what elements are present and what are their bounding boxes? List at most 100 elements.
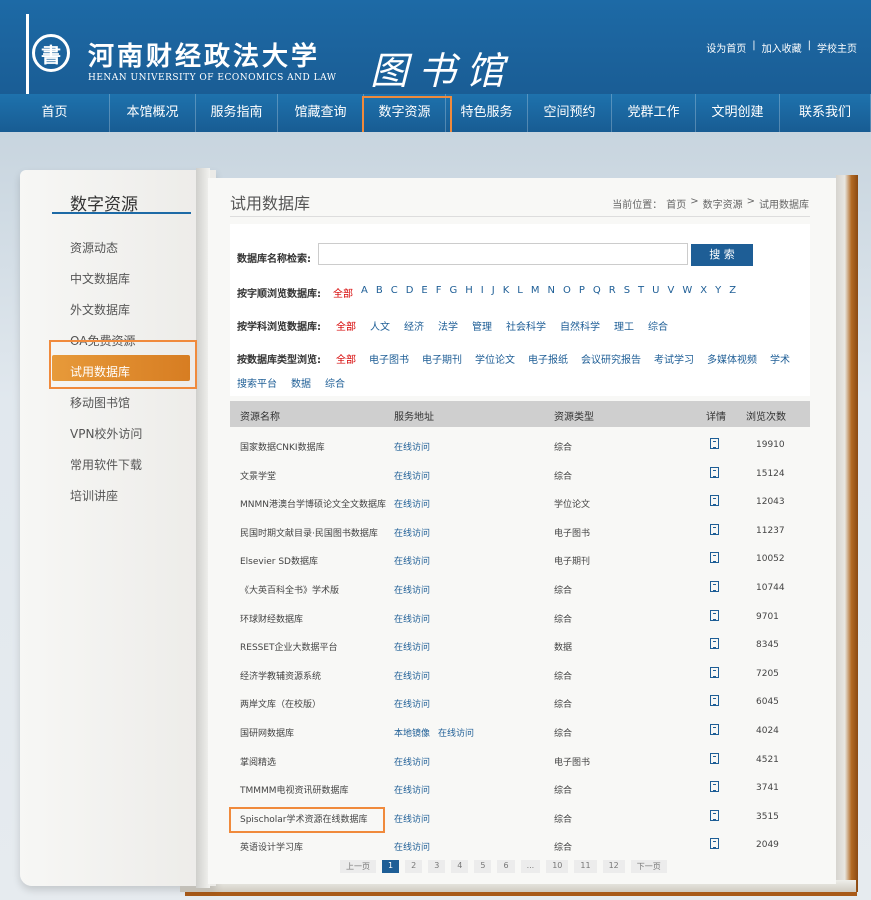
- filter-option[interactable]: 电子期刊: [422, 351, 462, 366]
- filter-option[interactable]: U: [652, 285, 659, 300]
- page-link[interactable]: 10: [546, 860, 569, 873]
- access-link[interactable]: 在线访问: [394, 526, 430, 539]
- sidebar-item[interactable]: VPN校外访问: [70, 425, 142, 442]
- detail-icon[interactable]: [710, 724, 719, 735]
- detail-icon[interactable]: [710, 609, 719, 621]
- filter-option[interactable]: 学术: [770, 351, 790, 366]
- filter-option[interactable]: 人文: [370, 318, 390, 333]
- filter-option[interactable]: J: [492, 285, 495, 300]
- filter-option[interactable]: 学位论文: [475, 351, 515, 366]
- filter-option[interactable]: 电子报纸: [528, 351, 568, 366]
- search-button[interactable]: 搜 索: [691, 244, 753, 266]
- filter-option[interactable]: 全部: [336, 318, 356, 333]
- access-link[interactable]: 本地镜像: [394, 726, 430, 739]
- filter-option[interactable]: 全部: [336, 351, 356, 366]
- filter-option[interactable]: T: [638, 285, 644, 300]
- filter-option[interactable]: L: [517, 285, 523, 300]
- filter-option-all[interactable]: 全部: [333, 285, 353, 300]
- access-link[interactable]: 在线访问: [394, 640, 430, 653]
- page-link[interactable]: 2: [405, 860, 423, 873]
- filter-option[interactable]: N: [547, 285, 554, 300]
- filter-option[interactable]: 电子图书: [369, 351, 409, 366]
- access-link[interactable]: 在线访问: [394, 783, 430, 796]
- access-link[interactable]: 在线访问: [394, 554, 430, 567]
- detail-icon[interactable]: [710, 638, 719, 650]
- detail-icon[interactable]: [710, 666, 719, 678]
- access-link[interactable]: 在线访问: [394, 497, 430, 510]
- access-link[interactable]: 在线访问: [394, 840, 430, 853]
- filter-option[interactable]: A: [361, 285, 368, 300]
- access-link[interactable]: 在线访问: [394, 812, 430, 825]
- detail-icon[interactable]: [710, 809, 719, 821]
- filter-option[interactable]: X: [700, 285, 707, 300]
- access-link[interactable]: 在线访问: [394, 583, 430, 596]
- detail-icon[interactable]: [710, 523, 719, 535]
- search-input[interactable]: [318, 243, 688, 265]
- nav-item[interactable]: 党群工作: [612, 94, 696, 132]
- sidebar-item[interactable]: 移动图书馆: [70, 394, 130, 411]
- filter-option[interactable]: 考试学习: [654, 351, 694, 366]
- filter-option[interactable]: B: [376, 285, 383, 300]
- filter-option[interactable]: Z: [729, 285, 736, 300]
- school-homepage-link[interactable]: 学校主页: [817, 40, 857, 55]
- filter-option[interactable]: 理工: [614, 318, 634, 333]
- page-link[interactable]: 上一页: [340, 860, 376, 873]
- filter-option[interactable]: 多媒体视频: [707, 351, 757, 366]
- detail-icon[interactable]: [710, 495, 719, 507]
- filter-option[interactable]: R: [609, 285, 616, 300]
- filter-option[interactable]: W: [682, 285, 692, 300]
- detail-icon[interactable]: [710, 552, 719, 564]
- filter-option[interactable]: 数据: [291, 375, 311, 390]
- filter-option[interactable]: O: [563, 285, 571, 300]
- access-link[interactable]: 在线访问: [394, 697, 430, 710]
- filter-option[interactable]: 综合: [325, 375, 345, 390]
- filter-option[interactable]: Q: [593, 285, 601, 300]
- filter-option[interactable]: Y: [715, 285, 721, 300]
- sidebar-item[interactable]: 中文数据库: [70, 270, 130, 287]
- university-logo-icon[interactable]: 書: [32, 34, 70, 72]
- sidebar-item[interactable]: 培训讲座: [70, 487, 118, 504]
- nav-item[interactable]: 空间预约: [528, 94, 612, 132]
- filter-option[interactable]: V: [667, 285, 674, 300]
- sidebar-item[interactable]: 资源动态: [70, 239, 118, 256]
- detail-icon[interactable]: [710, 438, 719, 449]
- page-link[interactable]: 4: [451, 860, 469, 873]
- detail-icon[interactable]: [710, 695, 719, 707]
- access-link[interactable]: 在线访问: [394, 612, 430, 625]
- page-link[interactable]: 1: [382, 860, 400, 873]
- access-link[interactable]: 在线访问: [394, 755, 430, 768]
- detail-icon[interactable]: [710, 838, 719, 850]
- sidebar-item[interactable]: 常用软件下载: [70, 456, 142, 473]
- filter-option[interactable]: K: [503, 285, 510, 300]
- filter-option[interactable]: M: [531, 285, 540, 300]
- page-link[interactable]: ...: [520, 860, 541, 873]
- page-link[interactable]: 3: [428, 860, 446, 873]
- filter-option[interactable]: S: [624, 285, 630, 300]
- filter-option[interactable]: 法学: [438, 318, 458, 333]
- detail-icon[interactable]: [710, 781, 719, 793]
- access-link[interactable]: 在线访问: [438, 726, 474, 739]
- detail-icon[interactable]: [710, 581, 719, 592]
- breadcrumb-home[interactable]: 首页: [666, 196, 686, 211]
- add-favorite-link[interactable]: 加入收藏: [762, 40, 802, 55]
- nav-item[interactable]: 服务指南: [196, 94, 278, 132]
- nav-item[interactable]: 特色服务: [446, 94, 528, 132]
- filter-option[interactable]: 会议研究报告: [581, 351, 641, 366]
- access-link[interactable]: 在线访问: [394, 440, 430, 453]
- access-link[interactable]: 在线访问: [394, 669, 430, 682]
- sidebar-item[interactable]: 外文数据库: [70, 301, 130, 318]
- nav-item[interactable]: 馆藏查询: [278, 94, 364, 132]
- filter-option[interactable]: I: [481, 285, 484, 300]
- filter-option[interactable]: D: [406, 285, 414, 300]
- nav-item[interactable]: 联系我们: [780, 94, 871, 132]
- nav-item[interactable]: 首页: [0, 94, 110, 132]
- nav-item[interactable]: 本馆概况: [110, 94, 196, 132]
- filter-option[interactable]: 搜索平台: [237, 375, 277, 390]
- page-link[interactable]: 5: [474, 860, 492, 873]
- filter-option[interactable]: C: [391, 285, 398, 300]
- detail-icon[interactable]: [710, 466, 719, 478]
- page-link[interactable]: 下一页: [630, 860, 667, 873]
- page-link[interactable]: 6: [497, 860, 515, 873]
- access-link[interactable]: 在线访问: [394, 469, 430, 482]
- page-link[interactable]: 11: [574, 860, 597, 873]
